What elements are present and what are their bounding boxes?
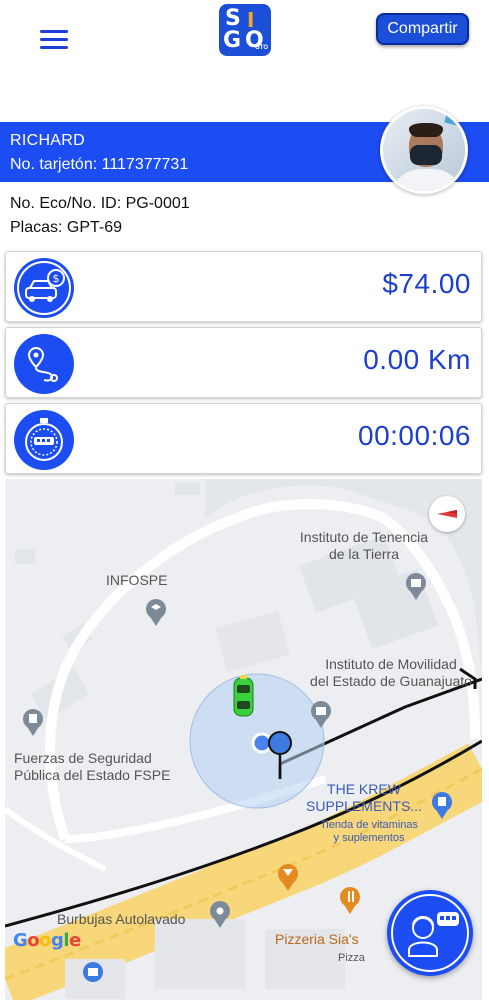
hamburger-menu-icon[interactable] [40, 30, 72, 54]
route-distance-icon [14, 334, 74, 394]
map-view[interactable]: Instituto de Tenencia de la Tierra INFOS… [5, 479, 482, 1000]
driver-card-number: No. tarjetón: 1117377731 [10, 156, 189, 173]
map-label-instituto-tenencia: Instituto de Tenencia de la Tierra [299, 529, 429, 562]
taxi-fare-icon: $ [14, 258, 74, 318]
vehicle-plates: Placas: GPT-69 [10, 219, 123, 236]
time-card: 00:00:06 [5, 403, 482, 474]
taxi-car-icon [233, 675, 254, 717]
support-chat-button[interactable] [387, 890, 473, 976]
google-attribution: Google [13, 930, 81, 951]
fare-value: $74.00 [382, 268, 471, 299]
poi-shop-icon [83, 962, 103, 982]
compass-icon[interactable] [429, 496, 465, 532]
map-label-fuerzas: Fuerzas de Seguridad Pública del Estado … [14, 750, 171, 783]
distance-card: 0.00 Km [5, 327, 482, 398]
sigo-logo: S I G O GTO [219, 4, 271, 56]
fare-card: $ $74.00 [5, 251, 482, 322]
time-value: 00:00:06 [358, 420, 471, 451]
taxi-timer-icon [14, 410, 74, 470]
driver-name: RICHARD [10, 132, 85, 149]
driver-avatar [380, 106, 468, 194]
vehicle-info: No. Eco/No. ID: PG-0001 Placas: GPT-69 [10, 192, 190, 240]
map-label-tienda: Tienda de vitaminas y suplementos [319, 819, 419, 844]
map-label-pizzeria: Pizzeria Sia's [275, 931, 359, 947]
svg-text:$: $ [53, 272, 60, 285]
share-button[interactable]: Compartir [376, 13, 469, 45]
map-label-pizza: Pizza [338, 952, 365, 964]
distance-value: 0.00 Km [363, 344, 471, 375]
map-label-krew: THE KREW SUPPLEMENTS... [306, 781, 422, 814]
map-label-burbujas: Burbujas Autolavado [57, 911, 186, 927]
map-label-instituto-movilidad: Instituto de Movilidad del Estado de Gua… [310, 656, 472, 689]
vehicle-eco-id: No. Eco/No. ID: PG-0001 [10, 195, 190, 212]
taxi-support-icon [391, 894, 469, 972]
map-label-infospe: INFOSPE [106, 572, 168, 588]
app-header: S I G O GTO Compartir [0, 0, 489, 120]
